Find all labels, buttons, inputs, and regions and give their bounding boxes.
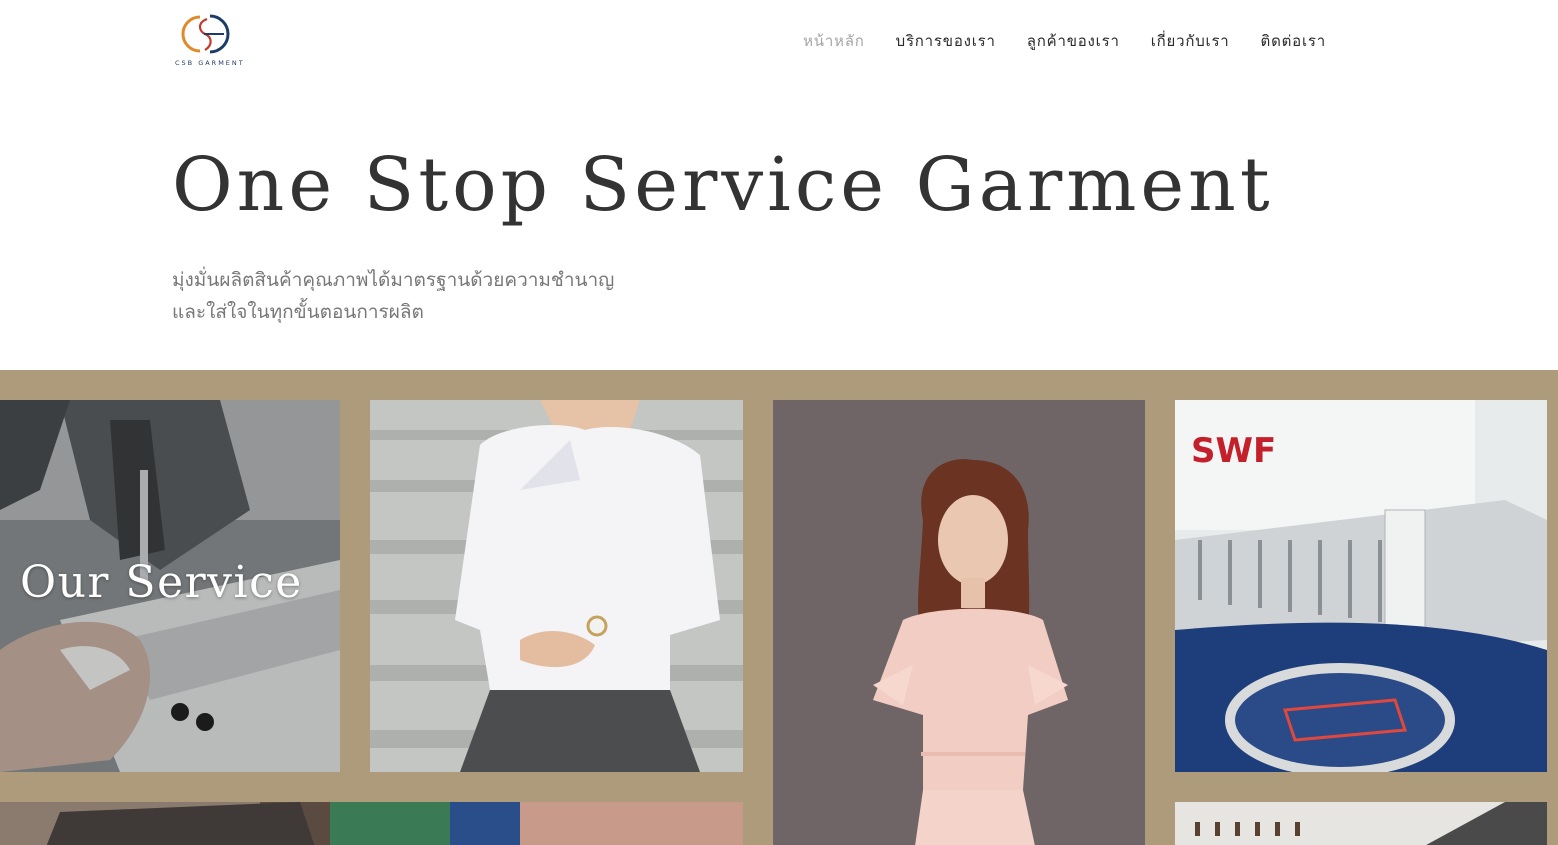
site-header: CSB GARMENT หน้าหลัก บริการของเรา ลูกค้า… [0, 0, 1558, 80]
hero-subtitle-line-1: มุ่งมั่นผลิตสินค้าคุณภาพได้มาตรฐานด้วยคว… [172, 269, 615, 291]
woman-pink-blouse-tile[interactable] [773, 400, 1145, 845]
logo-mark-icon [181, 14, 230, 54]
printing-machine-image [0, 802, 743, 845]
embroidery-machine-tile[interactable]: SWF [1175, 400, 1547, 772]
man-white-shirt-image [370, 400, 743, 772]
hero-subtitle-line-2: และใส่ใจในทุกขั้นตอนการผลิต [172, 301, 424, 323]
sewing-machine-tile[interactable]: Our Service [0, 400, 340, 772]
printing-machine-tile[interactable] [0, 802, 743, 845]
nav-item-contact[interactable]: ติดต่อเรา [1261, 29, 1326, 53]
logo-text: CSB GARMENT [175, 59, 245, 67]
nav-item-about[interactable]: เกี่ยวกับเรา [1151, 29, 1230, 53]
embroidery-machine-image: SWF [1175, 400, 1547, 772]
man-white-shirt-tile[interactable] [370, 400, 743, 772]
nav-item-home[interactable]: หน้าหลัก [803, 29, 865, 53]
nav-item-services[interactable]: บริการของเรา [896, 29, 996, 53]
our-service-title: Our Service [20, 557, 303, 608]
nav-item-customers[interactable]: ลูกค้าของเรา [1027, 29, 1120, 53]
swf-brand-label: SWF [1191, 431, 1276, 471]
sewing-notebook-image [1175, 802, 1547, 845]
csb-garment-logo[interactable]: CSB GARMENT [172, 10, 252, 70]
hero-title: One Stop Service Garment [172, 142, 1274, 228]
woman-pink-blouse-image [773, 400, 1145, 845]
main-nav: หน้าหลัก บริการของเรา ลูกค้าของเรา เกี่ย… [803, 29, 1326, 53]
sewing-notebook-tile[interactable] [1175, 802, 1547, 845]
hero-subtitle: มุ่งมั่นผลิตสินค้าคุณภาพได้มาตรฐานด้วยคว… [172, 264, 614, 328]
service-gallery: Our Service SWF [0, 370, 1558, 845]
